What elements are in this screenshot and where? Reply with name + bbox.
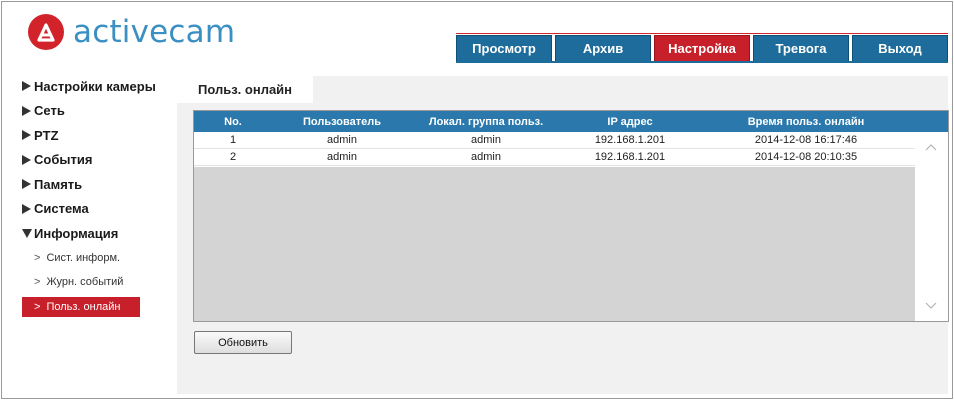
sidebar-item-storage[interactable]: Память — [22, 172, 174, 197]
sidebar-item-label: Система — [34, 201, 89, 217]
table-header: No. Пользователь Локал. группа польз. IP… — [194, 111, 948, 132]
sidebar-item-label: Настройки камеры — [34, 78, 156, 94]
scroll-down-icon[interactable] — [925, 299, 937, 311]
sidebar-subitem-system-info[interactable]: > Сист. информ. — [22, 246, 174, 271]
triangle-right-icon — [22, 154, 31, 165]
triangle-right-icon — [22, 105, 31, 116]
cell-user: admin — [327, 134, 357, 146]
cell-group: admin — [471, 151, 501, 163]
tab-logout[interactable]: Выход — [852, 35, 948, 61]
sidebar-item-network[interactable]: Сеть — [22, 99, 174, 124]
triangle-right-icon — [22, 179, 31, 190]
tab-archive[interactable]: Архив — [555, 35, 651, 61]
scroll-up-icon[interactable] — [925, 142, 937, 154]
sidebar-subitem-label: Польз. онлайн — [46, 300, 121, 313]
column-header-user: Пользователь — [302, 115, 381, 128]
tab-view[interactable]: Просмотр — [456, 35, 552, 61]
triangle-down-icon — [22, 228, 32, 238]
sidebar-item-label: Сеть — [34, 103, 65, 119]
sidebar-item-label: Память — [34, 176, 83, 192]
cell-no: 2 — [229, 151, 237, 163]
content-tab-title: Польз. онлайн — [177, 76, 313, 103]
tab-alarm[interactable]: Тревога — [753, 35, 849, 61]
column-header-ip: IP адрес — [607, 115, 653, 128]
cell-online-time: 2014-12-08 20:10:35 — [754, 151, 858, 163]
table-scrollbar[interactable] — [915, 132, 948, 321]
nav-top-line — [456, 33, 948, 34]
cell-ip: 192.168.1.201 — [594, 134, 666, 146]
content-panel: Польз. онлайн No. Пользователь Локал. гр… — [177, 76, 949, 394]
sidebar-item-information[interactable]: Информация — [22, 221, 174, 246]
cell-user: admin — [327, 151, 357, 163]
tab-settings[interactable]: Настройка — [654, 35, 750, 61]
sidebar-item-label: PTZ — [34, 127, 59, 143]
table-empty-area — [194, 167, 916, 321]
column-header-group: Локал. группа польз. — [428, 115, 544, 128]
sidebar-subitem-online-users[interactable]: > Польз. онлайн — [22, 296, 140, 317]
main-nav: Просмотр Архив Настройка Тревога Выход — [456, 35, 951, 61]
app-frame: activecam Просмотр Архив Настройка Трево… — [1, 1, 953, 399]
table-row[interactable]: 2 admin admin 192.168.1.201 2014-12-08 2… — [194, 149, 948, 166]
chevron-right-icon: > — [34, 300, 41, 313]
cell-online-time: 2014-12-08 16:17:46 — [754, 134, 858, 146]
sidebar-item-camera-settings[interactable]: Настройки камеры — [22, 74, 174, 99]
sidebar-subitem-event-log[interactable]: > Журн. событий — [22, 270, 174, 295]
triangle-right-icon — [22, 81, 31, 92]
column-header-online-time: Время польз. онлайн — [747, 115, 865, 128]
triangle-right-icon — [22, 130, 31, 141]
sidebar-subitem-label: Журн. событий — [46, 276, 124, 289]
column-header-no: No. — [224, 115, 242, 128]
cell-no: 1 — [229, 134, 237, 146]
sidebar-item-events[interactable]: События — [22, 148, 174, 173]
nav-bottom-bar — [456, 61, 948, 63]
sidebar: Настройки камеры Сеть PTZ События Память… — [22, 74, 174, 317]
online-users-table: No. Пользователь Локал. группа польз. IP… — [193, 110, 949, 322]
chevron-right-icon: > — [34, 251, 41, 264]
brand-name: activecam — [73, 14, 236, 50]
triangle-right-icon — [22, 203, 31, 214]
activecam-logo-icon — [28, 14, 64, 50]
sidebar-item-label: События — [34, 152, 93, 168]
chevron-right-icon: > — [34, 276, 41, 289]
refresh-button[interactable]: Обновить — [194, 331, 292, 354]
sidebar-item-system[interactable]: Система — [22, 197, 174, 222]
table-row[interactable]: 1 admin admin 192.168.1.201 2014-12-08 1… — [194, 132, 948, 149]
sidebar-item-ptz[interactable]: PTZ — [22, 123, 174, 148]
cell-ip: 192.168.1.201 — [594, 151, 666, 163]
sidebar-subitem-label: Сист. информ. — [46, 251, 121, 264]
brand-logo: activecam — [28, 14, 235, 50]
cell-group: admin — [471, 134, 501, 146]
sidebar-item-label: Информация — [34, 225, 119, 241]
